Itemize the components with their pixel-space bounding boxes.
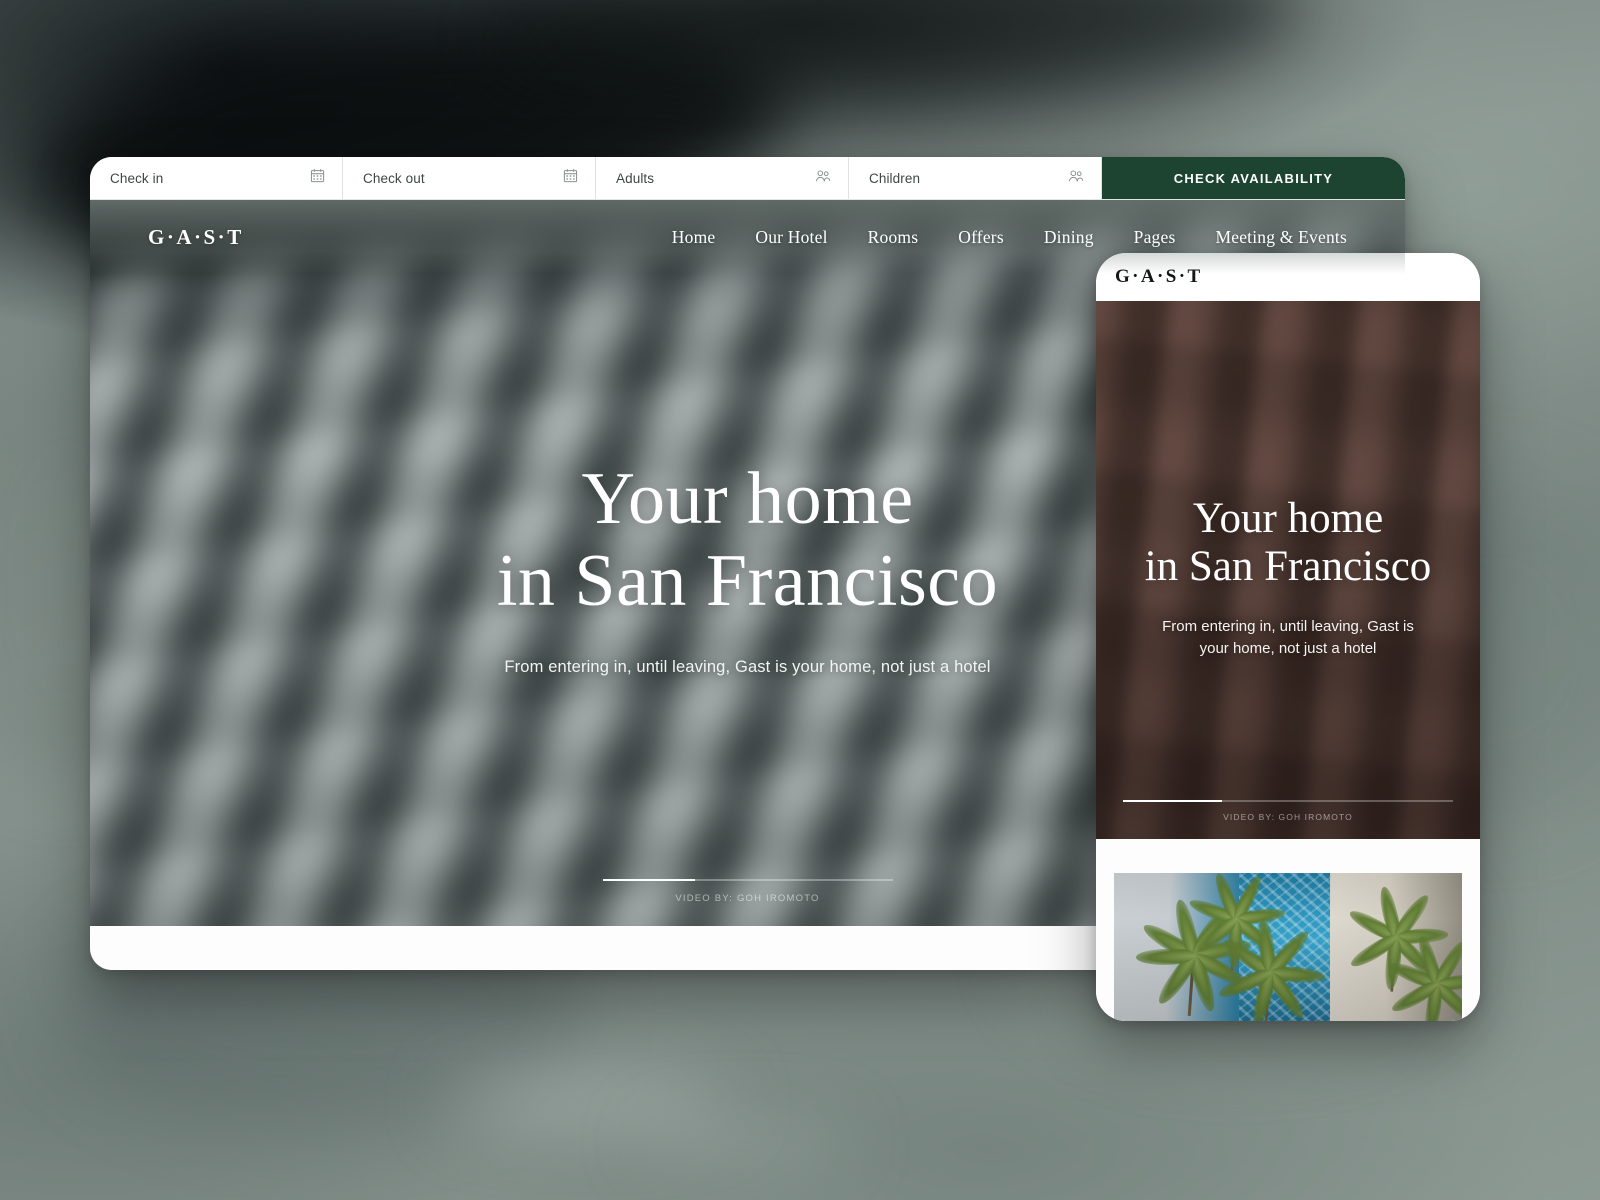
checkin-field[interactable]: Check in [90,157,343,199]
checkin-label: Check in [110,170,164,186]
children-label: Children [869,170,921,186]
booking-bar: Check in Check out Adults Children CHECK… [90,157,1405,200]
backdrop-blur-shape [448,1080,728,1124]
mobile-hero-subtitle-line-2: your home, not just a hotel [1199,640,1377,658]
site-logo[interactable]: G·A·S·T [148,225,244,250]
nav-item-dining[interactable]: Dining [1044,227,1094,248]
mobile-hero-footer: VIDEO BY: GOH IROMOTO [1096,800,1480,822]
children-field[interactable]: Children [849,157,1102,199]
hero-progress-fill [602,879,696,881]
check-availability-button[interactable]: CHECK AVAILABILITY [1102,157,1405,199]
mobile-hero-section: Your home in San Francisco From entering… [1096,301,1480,839]
mobile-hero-subtitle: From entering in, until leaving, Gast is… [1110,616,1466,661]
mobile-hero-progress-fill [1123,800,1222,802]
nav-item-our-hotel[interactable]: Our Hotel [755,227,827,248]
nav-item-home[interactable]: Home [672,227,716,248]
guests-icon[interactable] [1068,169,1084,188]
backdrop-blur-shape [640,1128,850,1156]
nav-item-offers[interactable]: Offers [958,227,1004,248]
checkout-field[interactable]: Check out [343,157,596,199]
adults-field[interactable]: Adults [596,157,849,199]
guests-icon[interactable] [815,169,831,188]
hero-title-line-1: Your home [581,458,914,540]
mobile-phone-mockup: G·A·S·T Your home in San Francisco From … [1096,253,1480,1021]
hero-subtitle: From entering in, until leaving, Gast is… [504,658,991,676]
mobile-hero-copy: Your home in San Francisco From entering… [1096,495,1480,661]
mobile-hero-title-line-1: Your home [1192,495,1384,542]
hero-progress-bar[interactable] [602,879,893,881]
hero-video-credit: VIDEO BY: GOH IROMOTO [675,893,820,904]
nav-item-meeting-events[interactable]: Meeting & Events [1215,227,1347,248]
nav-item-pages[interactable]: Pages [1134,227,1176,248]
checkout-label: Check out [363,170,425,186]
mobile-hero-title: Your home in San Francisco [1110,495,1466,591]
hero-footer: VIDEO BY: GOH IROMOTO [90,879,1405,904]
calendar-icon[interactable] [563,168,578,188]
mobile-hero-subtitle-line-1: From entering in, until leaving, Gast is [1162,617,1414,635]
nav-item-rooms[interactable]: Rooms [868,227,919,248]
adults-label: Adults [616,170,655,186]
mobile-next-section [1096,839,1480,1021]
nav-menu: Home Our Hotel Rooms Offers Dining Pages… [672,227,1347,248]
mobile-hero-title-line-2: in San Francisco [1144,543,1432,591]
mobile-hero-video-credit: VIDEO BY: GOH IROMOTO [1223,812,1353,822]
calendar-icon[interactable] [310,168,325,188]
mobile-hero-progress-bar[interactable] [1123,800,1453,802]
site-navigation: G·A·S·T Home Our Hotel Rooms Offers Dini… [90,200,1405,274]
